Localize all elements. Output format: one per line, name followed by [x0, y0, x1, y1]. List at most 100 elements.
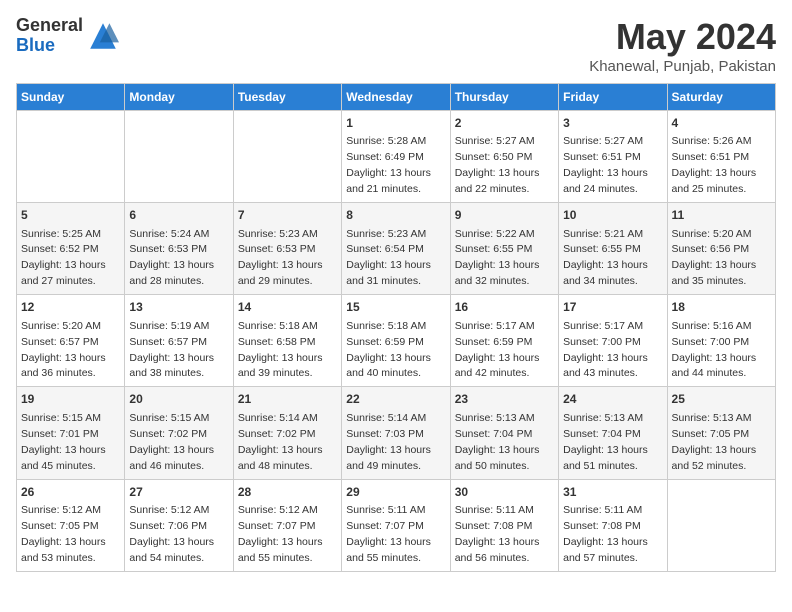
day-number: 20 [129, 391, 228, 408]
day-cell: 8Sunrise: 5:23 AM Sunset: 6:54 PM Daylig… [342, 203, 450, 295]
day-number: 15 [346, 299, 445, 316]
calendar-header: SundayMondayTuesdayWednesdayThursdayFrid… [17, 84, 776, 111]
day-cell: 7 Sunrise: 5:23 AM Sunset: 6:53 PM Daylig… [233, 203, 341, 295]
day-number: 16 [455, 299, 554, 316]
day-info: Sunrise: 5:12 AM Sunset: 7:06 PM Dayligh… [129, 504, 214, 564]
day-info: Sunrise: 5:14 AM Sunset: 7:02 PM Dayligh… [238, 412, 323, 472]
day-number: 9 [455, 207, 554, 224]
day-number: 5 [21, 207, 120, 224]
logo-blue: Blue [16, 36, 83, 56]
day-cell: 27 Sunrise: 5:12 AM Sunset: 7:06 PM Dayli… [125, 479, 233, 571]
day-cell: 28 Sunrise: 5:12 AM Sunset: 7:07 PM Dayli… [233, 479, 341, 571]
week-row-3: 19Sunrise: 5:15 AM Sunset: 7:01 PM Dayli… [17, 387, 776, 479]
week-row-2: 12 Sunrise: 5:20 AM Sunset: 6:57 PM Dayli… [17, 295, 776, 387]
day-info: Sunrise: 5:27 AM Sunset: 6:51 PM Dayligh… [563, 135, 648, 195]
day-info: Sunrise: 5:13 AM Sunset: 7:04 PM Dayligh… [455, 412, 540, 472]
day-cell [17, 111, 125, 203]
week-row-4: 26Sunrise: 5:12 AM Sunset: 7:05 PM Dayli… [17, 479, 776, 571]
day-number: 1 [346, 115, 445, 132]
day-info: Sunrise: 5:27 AM Sunset: 6:50 PM Dayligh… [455, 135, 540, 195]
day-number: 13 [129, 299, 228, 316]
day-info: Sunrise: 5:14 AM Sunset: 7:03 PM Dayligh… [346, 412, 431, 472]
day-number: 25 [672, 391, 771, 408]
day-number: 26 [21, 484, 120, 501]
day-cell: 30 Sunrise: 5:11 AM Sunset: 7:08 PM Dayli… [450, 479, 558, 571]
day-cell: 15 Sunrise: 5:18 AM Sunset: 6:59 PM Dayli… [342, 295, 450, 387]
day-cell: 14Sunrise: 5:18 AM Sunset: 6:58 PM Dayli… [233, 295, 341, 387]
day-cell: 21 Sunrise: 5:14 AM Sunset: 7:02 PM Dayli… [233, 387, 341, 479]
day-cell: 31Sunrise: 5:11 AM Sunset: 7:08 PM Dayli… [559, 479, 667, 571]
day-cell: 9Sunrise: 5:22 AM Sunset: 6:55 PM Daylig… [450, 203, 558, 295]
day-number: 29 [346, 484, 445, 501]
day-number: 2 [455, 115, 554, 132]
day-cell: 25 Sunrise: 5:13 AM Sunset: 7:05 PM Dayli… [667, 387, 775, 479]
day-number: 27 [129, 484, 228, 501]
day-info: Sunrise: 5:17 AM Sunset: 6:59 PM Dayligh… [455, 320, 540, 380]
day-info: Sunrise: 5:15 AM Sunset: 7:01 PM Dayligh… [21, 412, 106, 472]
day-number: 24 [563, 391, 662, 408]
title-block: May 2024 Khanewal, Punjab, Pakistan [589, 16, 776, 75]
header-sunday: Sunday [17, 84, 125, 111]
logo-general: General [16, 16, 83, 36]
day-cell [125, 111, 233, 203]
day-number: 4 [672, 115, 771, 132]
day-cell: 24 Sunrise: 5:13 AM Sunset: 7:04 PM Dayli… [559, 387, 667, 479]
day-cell: 16 Sunrise: 5:17 AM Sunset: 6:59 PM Dayli… [450, 295, 558, 387]
day-cell [667, 479, 775, 571]
day-cell: 13 Sunrise: 5:19 AM Sunset: 6:57 PM Dayli… [125, 295, 233, 387]
day-info: Sunrise: 5:28 AM Sunset: 6:49 PM Dayligh… [346, 135, 431, 195]
header-tuesday: Tuesday [233, 84, 341, 111]
day-info: Sunrise: 5:13 AM Sunset: 7:05 PM Dayligh… [672, 412, 757, 472]
day-cell: 2 Sunrise: 5:27 AM Sunset: 6:50 PM Daylig… [450, 111, 558, 203]
day-info: Sunrise: 5:23 AM Sunset: 6:54 PM Dayligh… [346, 228, 431, 288]
day-info: Sunrise: 5:25 AM Sunset: 6:52 PM Dayligh… [21, 228, 106, 288]
day-cell [233, 111, 341, 203]
day-number: 17 [563, 299, 662, 316]
day-cell: 1 Sunrise: 5:28 AM Sunset: 6:49 PM Daylig… [342, 111, 450, 203]
page-header: General Blue May 2024 Khanewal, Punjab, … [16, 16, 776, 75]
day-number: 23 [455, 391, 554, 408]
day-number: 30 [455, 484, 554, 501]
location: Khanewal, Punjab, Pakistan [589, 58, 776, 75]
header-friday: Friday [559, 84, 667, 111]
day-info: Sunrise: 5:13 AM Sunset: 7:04 PM Dayligh… [563, 412, 648, 472]
day-number: 28 [238, 484, 337, 501]
day-number: 10 [563, 207, 662, 224]
day-cell: 12 Sunrise: 5:20 AM Sunset: 6:57 PM Dayli… [17, 295, 125, 387]
logo: General Blue [16, 16, 119, 56]
day-number: 14 [238, 299, 337, 316]
day-number: 11 [672, 207, 771, 224]
header-monday: Monday [125, 84, 233, 111]
header-wednesday: Wednesday [342, 84, 450, 111]
day-info: Sunrise: 5:23 AM Sunset: 6:53 PM Dayligh… [238, 228, 323, 288]
day-info: Sunrise: 5:12 AM Sunset: 7:07 PM Dayligh… [238, 504, 323, 564]
day-info: Sunrise: 5:19 AM Sunset: 6:57 PM Dayligh… [129, 320, 214, 380]
day-number: 6 [129, 207, 228, 224]
day-info: Sunrise: 5:11 AM Sunset: 7:08 PM Dayligh… [455, 504, 540, 564]
day-cell: 19Sunrise: 5:15 AM Sunset: 7:01 PM Dayli… [17, 387, 125, 479]
day-info: Sunrise: 5:11 AM Sunset: 7:07 PM Dayligh… [346, 504, 431, 564]
day-info: Sunrise: 5:20 AM Sunset: 6:56 PM Dayligh… [672, 228, 757, 288]
day-info: Sunrise: 5:24 AM Sunset: 6:53 PM Dayligh… [129, 228, 214, 288]
day-number: 7 [238, 207, 337, 224]
day-number: 21 [238, 391, 337, 408]
logo-icon [87, 20, 119, 52]
day-cell: 18Sunrise: 5:16 AM Sunset: 7:00 PM Dayli… [667, 295, 775, 387]
day-cell: 3Sunrise: 5:27 AM Sunset: 6:51 PM Daylig… [559, 111, 667, 203]
day-cell: 6 Sunrise: 5:24 AM Sunset: 6:53 PM Daylig… [125, 203, 233, 295]
calendar-body: 1 Sunrise: 5:28 AM Sunset: 6:49 PM Daylig… [17, 111, 776, 572]
header-thursday: Thursday [450, 84, 558, 111]
day-info: Sunrise: 5:20 AM Sunset: 6:57 PM Dayligh… [21, 320, 106, 380]
day-number: 12 [21, 299, 120, 316]
day-number: 31 [563, 484, 662, 501]
day-info: Sunrise: 5:26 AM Sunset: 6:51 PM Dayligh… [672, 135, 757, 195]
day-number: 22 [346, 391, 445, 408]
day-info: Sunrise: 5:18 AM Sunset: 6:59 PM Dayligh… [346, 320, 431, 380]
day-info: Sunrise: 5:15 AM Sunset: 7:02 PM Dayligh… [129, 412, 214, 472]
day-cell: 20 Sunrise: 5:15 AM Sunset: 7:02 PM Dayli… [125, 387, 233, 479]
day-info: Sunrise: 5:16 AM Sunset: 7:00 PM Dayligh… [672, 320, 757, 380]
day-cell: 11 Sunrise: 5:20 AM Sunset: 6:56 PM Dayli… [667, 203, 775, 295]
day-info: Sunrise: 5:21 AM Sunset: 6:55 PM Dayligh… [563, 228, 648, 288]
day-cell: 5 Sunrise: 5:25 AM Sunset: 6:52 PM Daylig… [17, 203, 125, 295]
day-cell: 4 Sunrise: 5:26 AM Sunset: 6:51 PM Daylig… [667, 111, 775, 203]
